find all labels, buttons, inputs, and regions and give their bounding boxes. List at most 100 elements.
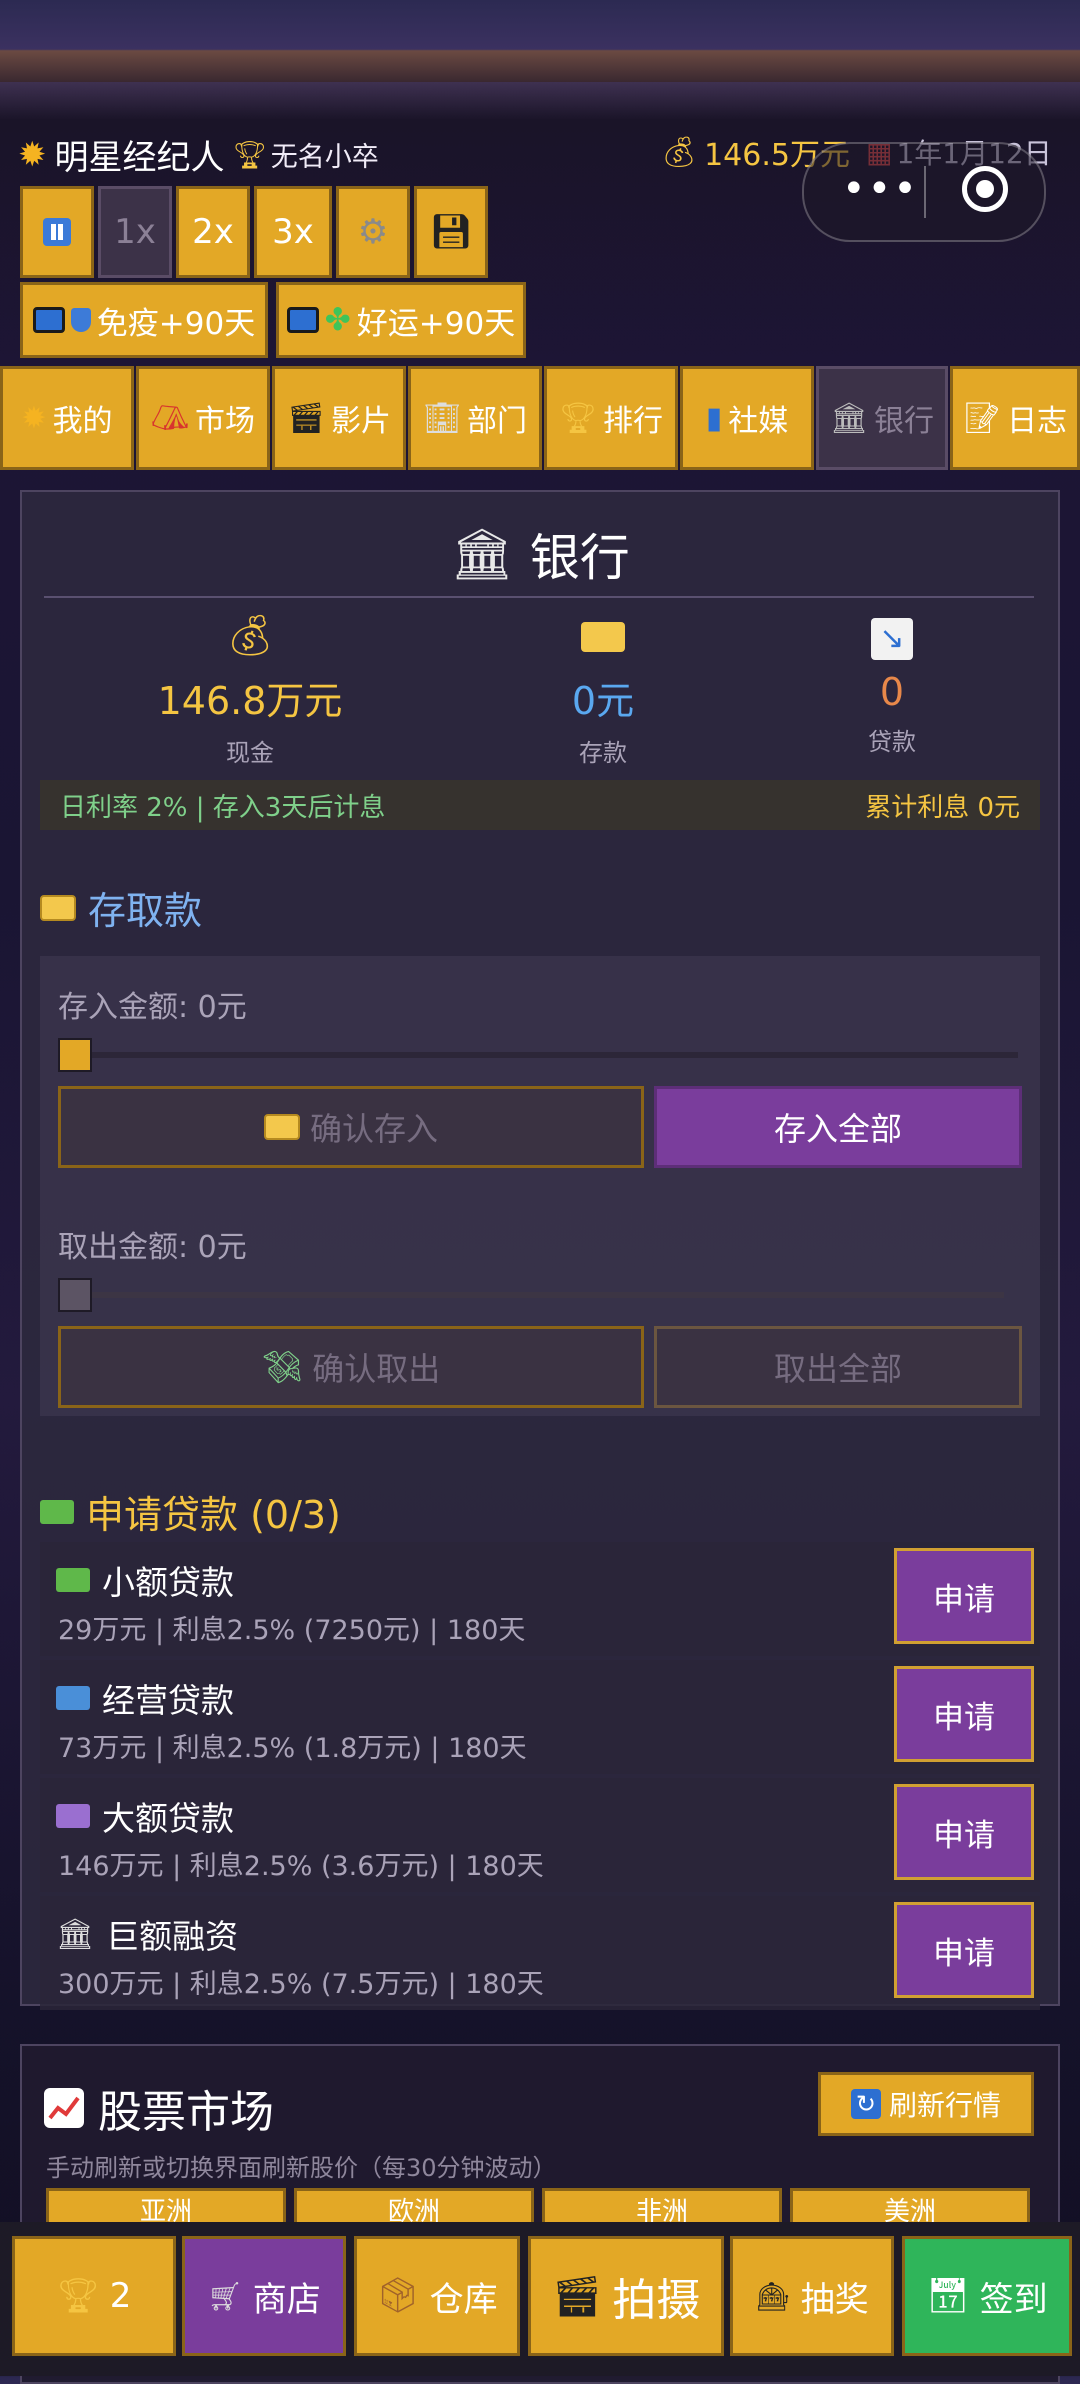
buff-luck[interactable]: ✤ 好运+90天 xyxy=(276,282,526,358)
confirm-deposit-label: 确认存入 xyxy=(309,1110,438,1148)
trophy-icon: 🏆︎ xyxy=(232,139,267,171)
sun-icon: ✹ xyxy=(21,400,47,436)
tab-market[interactable]: ⛺︎ 市场 xyxy=(136,366,270,470)
shoot-label: 拍摄 xyxy=(612,2275,701,2326)
clapper-icon: 🎬︎ xyxy=(286,400,326,436)
loan-name-text: 巨额融资 xyxy=(106,1917,239,1956)
deposit-amount-label: 存入金额: 0元 xyxy=(58,990,247,1025)
gear-icon: ⚙ xyxy=(357,212,389,252)
tab-departments[interactable]: 🏢︎ 部门 xyxy=(408,366,542,470)
loan-item: 🏛︎ 巨额融资 300万元 | 利息2.5% (7.5万元) | 180天 申请 xyxy=(40,1896,1040,2010)
pound-bill-icon xyxy=(56,1804,90,1828)
cash-label: 现金 xyxy=(226,739,274,767)
buff-luck-label: 好运+90天 xyxy=(356,305,516,342)
trophy-icon: 🏆︎ xyxy=(56,2276,100,2316)
tab-films-label: 影片 xyxy=(331,404,392,439)
loan-name: 经营贷款 xyxy=(56,1674,234,1722)
shoot-button[interactable]: 🎬︎ 拍摄 xyxy=(528,2236,724,2356)
withdraw-amount-label: 取出金额: 0元 xyxy=(58,1230,247,1265)
more-icon[interactable]: ••• xyxy=(842,169,919,209)
buff-immunity[interactable]: 免疫+90天 xyxy=(20,282,268,358)
refresh-quotes-button[interactable]: ↻ 刷新行情 xyxy=(818,2072,1034,2136)
withdraw-all-label: 取出全部 xyxy=(773,1350,902,1388)
rank-text: 无名小卒 xyxy=(270,142,379,173)
tab-log[interactable]: 📝︎ 日志 xyxy=(950,366,1080,470)
loan-detail: 300万元 | 利息2.5% (7.5万元) | 180天 xyxy=(58,1969,544,2000)
confirm-withdraw-label: 确认取出 xyxy=(312,1350,441,1388)
apply-loan-button[interactable]: 申请 xyxy=(894,1666,1034,1762)
loan-detail: 146万元 | 利息2.5% (3.6万元) | 180天 xyxy=(58,1851,544,1882)
card-icon xyxy=(40,894,76,921)
close-miniprogram-icon[interactable] xyxy=(962,166,1008,212)
apply-loan-button[interactable]: 申请 xyxy=(894,1902,1034,1998)
speed-2x-button[interactable]: 2x xyxy=(176,186,250,278)
card-icon xyxy=(453,612,753,664)
deposit-slider-track[interactable] xyxy=(58,1052,1018,1058)
deposit-slider-handle[interactable] xyxy=(58,1038,92,1072)
loan-heading: 申请贷款 (0/3) xyxy=(40,1484,341,1539)
memo-icon: 📝︎ xyxy=(962,400,1002,436)
withdraw-slider-handle[interactable] xyxy=(58,1278,92,1312)
tab-bank[interactable]: 🏛︎ 银行 xyxy=(816,366,948,470)
shop-label: 商店 xyxy=(252,2279,321,2320)
apply-loan-button[interactable]: 申请 xyxy=(894,1548,1034,1644)
loan-detail: 29万元 | 利息2.5% (7250元) | 180天 xyxy=(58,1615,526,1646)
tent-icon: ⛺︎ xyxy=(150,400,190,436)
sun-icon: ✹ xyxy=(18,134,47,175)
confirm-deposit-button[interactable]: 确认存入 xyxy=(58,1086,644,1168)
tab-social[interactable]: ▮ 社媒 xyxy=(680,366,814,470)
trophy-button[interactable]: 🏆︎ 2 xyxy=(12,2236,176,2356)
loan-heading-title: 申请贷款 (0/3) xyxy=(86,1493,341,1537)
apply-label: 申请 xyxy=(933,1699,995,1736)
speed-1x-button[interactable]: 1x xyxy=(98,186,172,278)
deposit-withdraw-title: 存取款 xyxy=(88,889,203,933)
tab-departments-label: 部门 xyxy=(467,404,528,439)
loan-item: 经营贷款 73万元 | 利息2.5% (1.8万元) | 180天 申请 xyxy=(40,1660,1040,1774)
rank-label: 🏆︎ 无名小卒 xyxy=(233,135,379,174)
tab-mine-label: 我的 xyxy=(52,404,113,439)
tab-ranking[interactable]: 🏆︎ 排行 xyxy=(544,366,678,470)
bank-icon: 🏛︎ xyxy=(450,524,514,583)
pause-button[interactable] xyxy=(20,186,94,278)
speed-3x-button[interactable]: 3x xyxy=(254,186,332,278)
save-button[interactable]: 💾︎ xyxy=(414,186,488,278)
warehouse-button[interactable]: 📦︎ 仓库 xyxy=(354,2236,520,2356)
confirm-withdraw-button[interactable]: 💸︎ 确认取出 xyxy=(58,1326,644,1408)
tab-films[interactable]: 🎬︎ 影片 xyxy=(272,366,406,470)
stat-deposit: 0元 存款 xyxy=(453,612,753,768)
loan-item: 小额贷款 29万元 | 利息2.5% (7250元) | 180天 申请 xyxy=(40,1542,1040,1656)
chart-down-icon: ↘ xyxy=(742,612,1042,664)
loan-label: 贷款 xyxy=(868,728,916,756)
stat-cash: 💰︎ 146.8万元 现金 xyxy=(100,612,400,768)
top-decor-strip xyxy=(0,0,1080,82)
card-icon xyxy=(263,1114,300,1140)
apply-label: 申请 xyxy=(933,1581,995,1618)
withdraw-slider-track[interactable] xyxy=(58,1292,1004,1298)
lottery-button[interactable]: 🎰︎ 抽奖 xyxy=(730,2236,894,2356)
package-icon: 📦︎ xyxy=(376,2276,420,2316)
speed-1x-label: 1x xyxy=(114,212,156,252)
cart-icon: 🛒︎ xyxy=(207,2279,243,2313)
checkin-button[interactable]: 📅︎ 签到 xyxy=(902,2236,1072,2356)
tab-ranking-label: 排行 xyxy=(603,404,664,439)
rate-text: 日利率 2% | 存入3天后计息 xyxy=(60,792,386,823)
bank-icon: 🏛︎ xyxy=(56,1916,95,1952)
shop-button[interactable]: 🛒︎ 商店 xyxy=(182,2236,346,2356)
tab-bank-label: 银行 xyxy=(874,404,935,439)
tv-icon xyxy=(32,307,65,333)
deposit-withdraw-heading: 存取款 xyxy=(40,880,202,935)
settings-button[interactable]: ⚙ xyxy=(336,186,410,278)
apply-loan-button[interactable]: 申请 xyxy=(894,1784,1034,1880)
loan-value: 0 xyxy=(879,670,905,714)
speed-2x-label: 2x xyxy=(192,212,234,252)
bank-title-text: 银行 xyxy=(529,529,630,587)
refresh-icon: ↻ xyxy=(850,2089,881,2119)
withdraw-all-button[interactable]: 取出全部 xyxy=(654,1326,1022,1408)
deposit-all-button[interactable]: 存入全部 xyxy=(654,1086,1022,1168)
tab-market-label: 市场 xyxy=(195,404,256,439)
dollar-bill-icon xyxy=(56,1568,90,1592)
money-bag-icon: 💰︎ xyxy=(660,134,699,170)
apply-label: 申请 xyxy=(933,1817,995,1854)
tab-mine[interactable]: ✹ 我的 xyxy=(0,366,134,470)
tv-icon xyxy=(286,307,319,333)
